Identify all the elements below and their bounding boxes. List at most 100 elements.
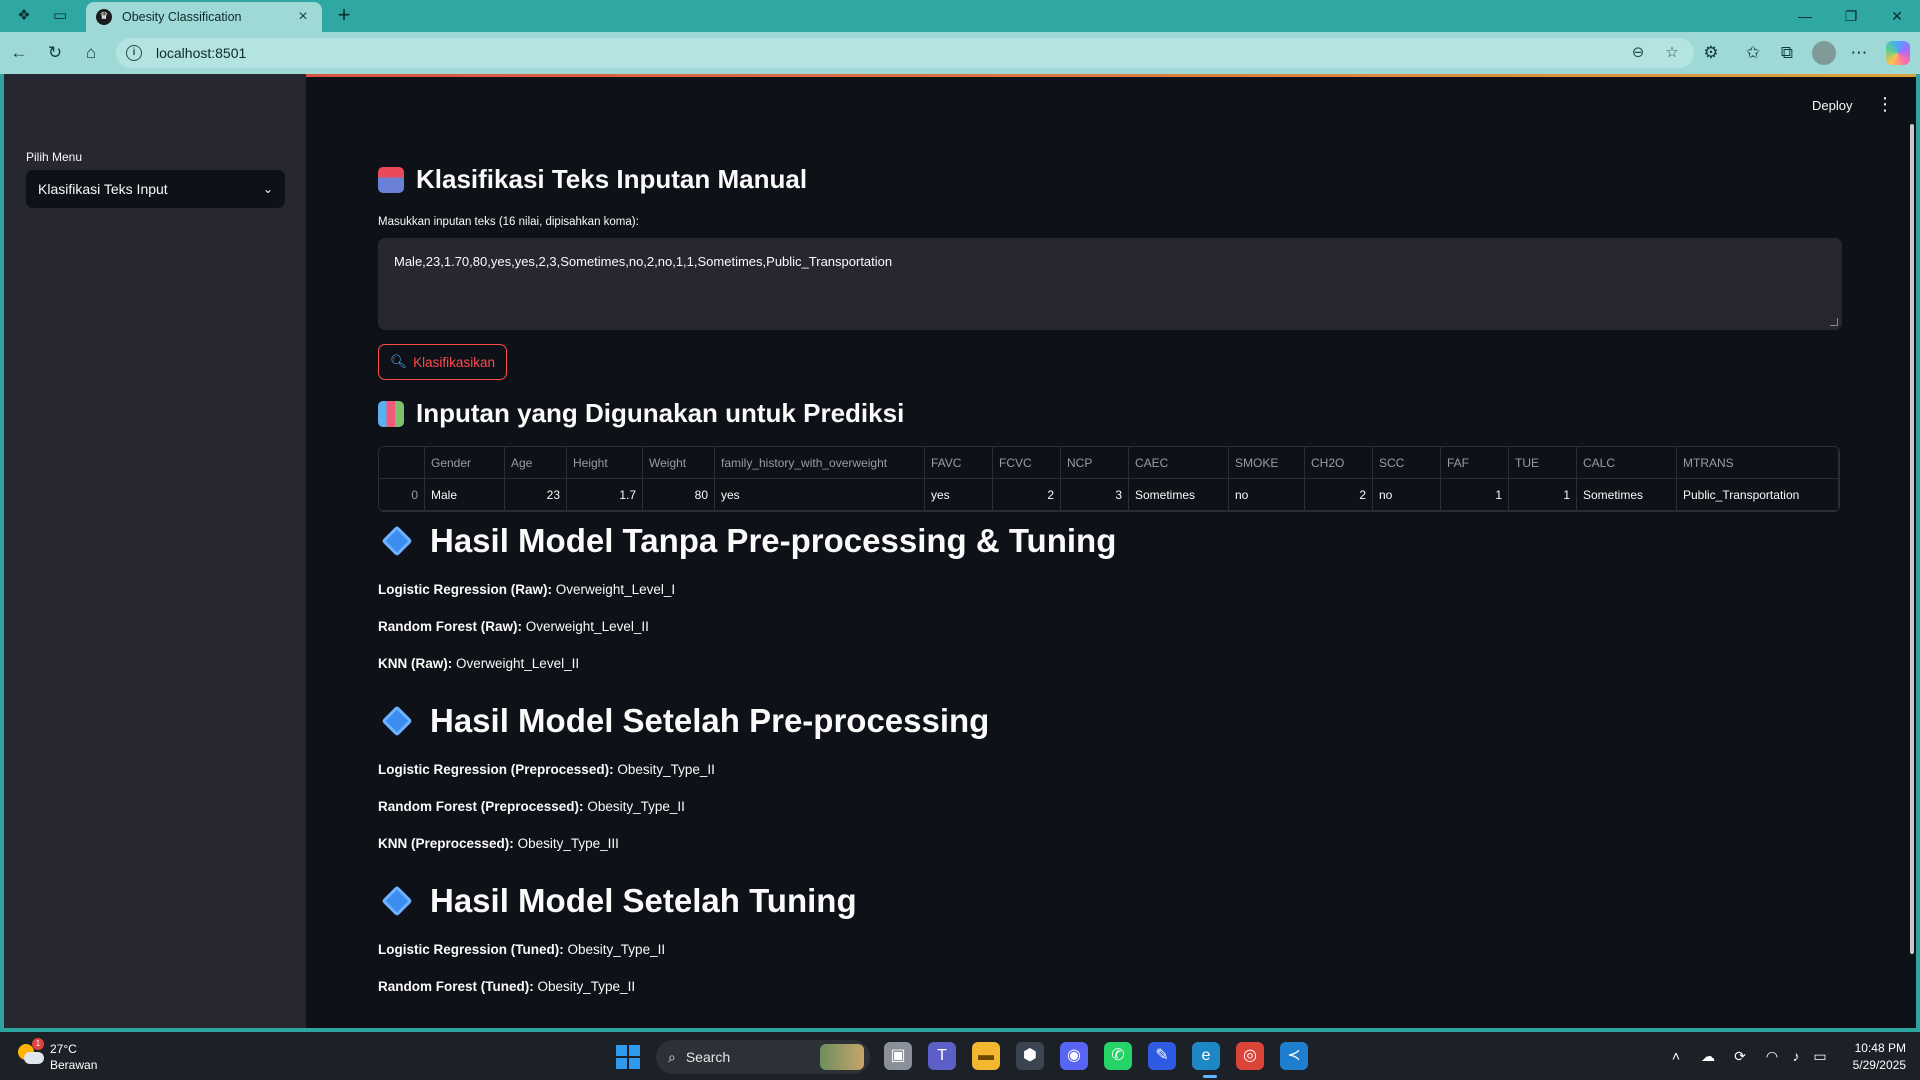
wifi-icon[interactable]: ◠: [1762, 1046, 1782, 1066]
profile-avatar[interactable]: [1812, 41, 1836, 65]
minimize-button[interactable]: —: [1782, 4, 1828, 28]
home-icon[interactable]: ⌂: [80, 42, 102, 64]
table-header-cell[interactable]: [379, 447, 425, 479]
weather-temp[interactable]: 27°C: [50, 1042, 77, 1056]
input-dataframe[interactable]: Gender Age Height Weight family_history_with…: [378, 446, 1840, 512]
tray-overflow-icon[interactable]: ˄: [1666, 1046, 1686, 1066]
table-cell[interactable]: 80: [643, 479, 715, 511]
whatsapp-icon[interactable]: ✆: [1104, 1042, 1132, 1070]
table-header-cell[interactable]: FAF: [1441, 447, 1509, 479]
table-cell[interactable]: 1.7: [567, 479, 643, 511]
weather-desc[interactable]: Berawan: [50, 1058, 97, 1072]
extensions-icon[interactable]: ⚙: [1700, 42, 1722, 64]
resize-handle[interactable]: [1830, 318, 1838, 326]
volume-icon[interactable]: ♪: [1786, 1046, 1806, 1066]
site-info-icon[interactable]: i: [126, 45, 142, 61]
more-menu-icon[interactable]: ⋯: [1848, 42, 1870, 64]
classify-button[interactable]: 🔍︎ Klasifikasikan: [378, 344, 507, 380]
restore-button[interactable]: ❐: [1828, 4, 1874, 28]
table-cell[interactable]: Public_Transportation: [1677, 479, 1839, 511]
table-cell[interactable]: 23: [505, 479, 567, 511]
browser-tab-bar: ❖ ▭ ♛ Obesity Classification × + — ❐ ✕: [0, 0, 1920, 32]
table-cell[interactable]: Sometimes: [1129, 479, 1229, 511]
table-header-cell[interactable]: CALC: [1577, 447, 1677, 479]
chrome-icon[interactable]: ◎: [1236, 1042, 1264, 1070]
model-result: Logistic Regression (Preprocessed): Obes…: [378, 762, 715, 777]
sync-icon[interactable]: ⟳: [1730, 1046, 1750, 1066]
table-cell[interactable]: 2: [1305, 479, 1373, 511]
table-header-cell[interactable]: FAVC: [925, 447, 993, 479]
taskbar-search[interactable]: ⌕ Search: [656, 1040, 870, 1074]
text-input-area[interactable]: Male,23,1.70,80,yes,yes,2,3,Sometimes,no…: [378, 238, 1842, 330]
collections-icon[interactable]: ⧉: [1776, 42, 1798, 64]
model-result-label: Random Forest (Tuned):: [378, 979, 534, 994]
table-cell[interactable]: Sometimes: [1577, 479, 1677, 511]
address-bar[interactable]: i localhost:8501 ⊖ ☆: [116, 38, 1694, 68]
main-menu-icon[interactable]: ⋮: [1876, 94, 1894, 115]
section-heading: Hasil Model Setelah Tuning: [378, 882, 857, 920]
table-header-cell[interactable]: MTRANS: [1677, 447, 1839, 479]
table-cell[interactable]: 0: [379, 479, 425, 511]
teams-icon[interactable]: T: [928, 1042, 956, 1070]
new-tab-button[interactable]: +: [332, 4, 356, 28]
model-result: KNN (Raw): Overweight_Level_II: [378, 656, 579, 671]
search-highlight-image: [820, 1044, 864, 1070]
table-header-cell[interactable]: NCP: [1061, 447, 1129, 479]
table-cell[interactable]: no: [1229, 479, 1305, 511]
menu-select[interactable]: Klasifikasi Teks Input ⌄: [26, 170, 285, 208]
streamlit-app: Pilih Menu Klasifikasi Teks Input ⌄ Depl…: [4, 74, 1916, 1028]
close-tab-icon[interactable]: ×: [294, 8, 312, 26]
blue-diamond-icon: [381, 885, 413, 917]
copilot-icon[interactable]: [1886, 41, 1910, 65]
vscode-icon[interactable]: ≺: [1280, 1042, 1308, 1070]
table-header-cell[interactable]: CAEC: [1129, 447, 1229, 479]
pen-app-icon[interactable]: ✎: [1148, 1042, 1176, 1070]
task-view-icon[interactable]: ▣: [884, 1042, 912, 1070]
browser-tab[interactable]: ♛ Obesity Classification ×: [86, 2, 322, 32]
battery-icon[interactable]: ▭: [1810, 1046, 1830, 1066]
app-cube-icon[interactable]: ⬢: [1016, 1042, 1044, 1070]
back-icon[interactable]: ←: [8, 42, 30, 64]
table-header-cell[interactable]: TUE: [1509, 447, 1577, 479]
table-header-cell[interactable]: Weight: [643, 447, 715, 479]
text-input-value: Male,23,1.70,80,yes,yes,2,3,Sometimes,no…: [394, 254, 893, 269]
workspaces-icon[interactable]: ❖: [14, 6, 34, 26]
model-result-label: Random Forest (Preprocessed):: [378, 799, 584, 814]
model-result-label: KNN (Raw):: [378, 656, 453, 671]
table-cell[interactable]: yes: [925, 479, 993, 511]
tab-actions-icon[interactable]: ▭: [50, 6, 70, 26]
clock[interactable]: 10:48 PM 5/29/2025: [1830, 1040, 1906, 1074]
table-header-cell[interactable]: Gender: [425, 447, 505, 479]
table-cell[interactable]: no: [1373, 479, 1441, 511]
model-result-value: Overweight_Level_II: [456, 656, 580, 671]
edge-icon[interactable]: e: [1192, 1042, 1220, 1070]
model-result-value: Obesity_Type_II: [537, 979, 636, 994]
table-cell[interactable]: 3: [1061, 479, 1129, 511]
table-row[interactable]: 0 Male 23 1.7 80 yes yes 2 3 Sometimes no 2 no 1 1 Some…: [379, 479, 1839, 511]
table-header-cell[interactable]: SCC: [1373, 447, 1441, 479]
windows-start-icon[interactable]: [616, 1045, 640, 1069]
table-header-cell[interactable]: Height: [567, 447, 643, 479]
table-cell[interactable]: 1: [1441, 479, 1509, 511]
table-header-cell[interactable]: CH2O: [1305, 447, 1373, 479]
table-cell[interactable]: yes: [715, 479, 925, 511]
table-cell[interactable]: Male: [425, 479, 505, 511]
table-header-cell[interactable]: Age: [505, 447, 567, 479]
favorites-icon[interactable]: ✩: [1742, 42, 1764, 64]
table-cell[interactable]: 1: [1509, 479, 1577, 511]
table-header-cell[interactable]: family_history_with_overweight: [715, 447, 925, 479]
onedrive-icon[interactable]: ☁: [1698, 1046, 1718, 1066]
address-url: localhost:8501: [156, 45, 247, 61]
table-cell[interactable]: 2: [993, 479, 1061, 511]
table-header-cell[interactable]: FCVC: [993, 447, 1061, 479]
discord-icon[interactable]: ◉: [1060, 1042, 1088, 1070]
refresh-icon[interactable]: ↻: [44, 42, 66, 64]
sidebar: Pilih Menu Klasifikasi Teks Input ⌄: [4, 74, 306, 1028]
file-explorer-icon[interactable]: ▬: [972, 1042, 1000, 1070]
zoom-icon[interactable]: ⊖: [1628, 43, 1648, 63]
close-window-button[interactable]: ✕: [1874, 4, 1920, 28]
table-header-cell[interactable]: SMOKE: [1229, 447, 1305, 479]
scrollbar[interactable]: [1910, 124, 1914, 954]
magnifier-icon: 🔍︎: [390, 354, 408, 369]
favorite-star-icon[interactable]: ☆: [1662, 43, 1682, 63]
